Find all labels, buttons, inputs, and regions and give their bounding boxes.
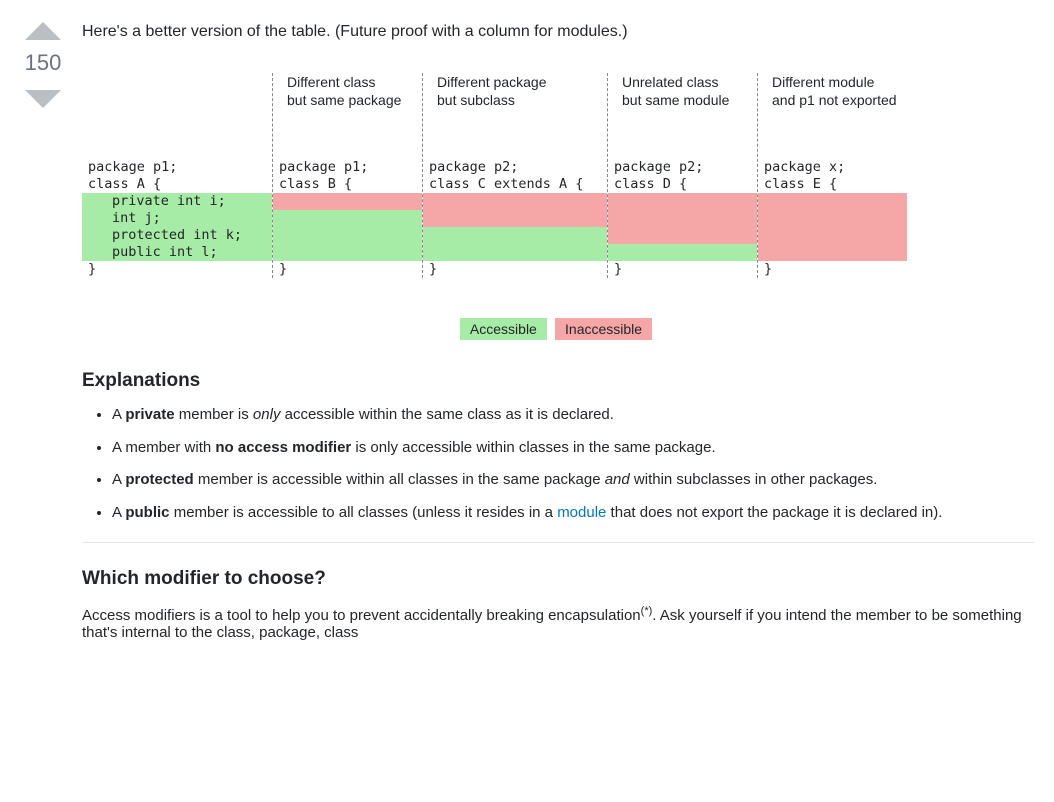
code-package-line: package p1; [82, 159, 272, 176]
explanations-list: A private member is only accessible with… [82, 404, 1034, 524]
vote-score: 150 [20, 50, 66, 76]
member-row: protected int k; [82, 227, 272, 244]
member-row [273, 227, 422, 244]
diagram-legend: Accessible Inaccessible [82, 318, 1034, 340]
column-header: Unrelated classbut same module [608, 73, 757, 129]
member-row: public int l; [82, 244, 272, 261]
module-link[interactable]: module [557, 504, 606, 521]
member-row: private int i; [82, 193, 272, 210]
which-modifier-paragraph: Access modifiers is a tool to help you t… [82, 605, 1034, 641]
access-modifier-diagram: package p1;class A {private int i;int j;… [82, 73, 1034, 340]
member-row [758, 227, 907, 244]
list-item: A member with no access modifier is only… [112, 437, 1034, 460]
member-row [608, 227, 757, 244]
list-item: A private member is only accessible with… [112, 404, 1034, 427]
code-close-brace: } [423, 261, 607, 278]
diagram-column: Different classbut same package package p… [272, 73, 422, 278]
legend-inaccessible: Inaccessible [555, 318, 652, 340]
which-modifier-heading: Which modifier to choose? [82, 568, 1034, 590]
member-row [758, 193, 907, 210]
column-header [82, 73, 272, 129]
divider [82, 542, 1034, 543]
code-class-line: class B { [273, 176, 422, 193]
vote-column: 150 [20, 20, 66, 110]
diagram-column: Unrelated classbut same module package p2… [607, 73, 757, 278]
diagram-column: package p1;class A {private int i;int j;… [82, 73, 272, 278]
column-header: Different packagebut subclass [423, 73, 607, 129]
list-item: A public member is accessible to all cla… [112, 502, 1034, 525]
code-close-brace: } [273, 261, 422, 278]
code-close-brace: } [82, 261, 272, 278]
code-close-brace: } [758, 261, 907, 278]
answer-body: Here's a better version of the table. (F… [82, 20, 1034, 656]
member-row: int j; [82, 210, 272, 227]
list-item: A protected member is accessible within … [112, 469, 1034, 492]
column-header: Different moduleand p1 not exported [758, 73, 907, 129]
code-class-line: class D { [608, 176, 757, 193]
member-row [423, 244, 607, 261]
legend-accessible: Accessible [460, 318, 547, 340]
diagram-column: Different packagebut subclass package p2;… [422, 73, 607, 278]
member-row [608, 193, 757, 210]
downvote-button[interactable] [25, 90, 61, 108]
member-row [273, 193, 422, 210]
code-package-line: package p2; [608, 159, 757, 176]
code-package-line: package p1; [273, 159, 422, 176]
code-class-line: class C extends A { [423, 176, 607, 193]
member-row [423, 210, 607, 227]
upvote-button[interactable] [25, 22, 61, 40]
member-row [423, 193, 607, 210]
member-row [608, 210, 757, 227]
member-row [758, 244, 907, 261]
diagram-column: Different moduleand p1 not exported packa… [757, 73, 907, 278]
member-row [758, 210, 907, 227]
code-class-line: class E { [758, 176, 907, 193]
code-package-line: package x; [758, 159, 907, 176]
code-class-line: class A { [82, 176, 272, 193]
member-row [273, 244, 422, 261]
column-header: Different classbut same package [273, 73, 422, 129]
explanations-heading: Explanations [82, 370, 1034, 392]
member-row [423, 227, 607, 244]
member-row [608, 244, 757, 261]
lead-paragraph: Here's a better version of the table. (F… [82, 20, 1034, 43]
code-package-line: package p2; [423, 159, 607, 176]
code-close-brace: } [608, 261, 757, 278]
member-row [273, 210, 422, 227]
